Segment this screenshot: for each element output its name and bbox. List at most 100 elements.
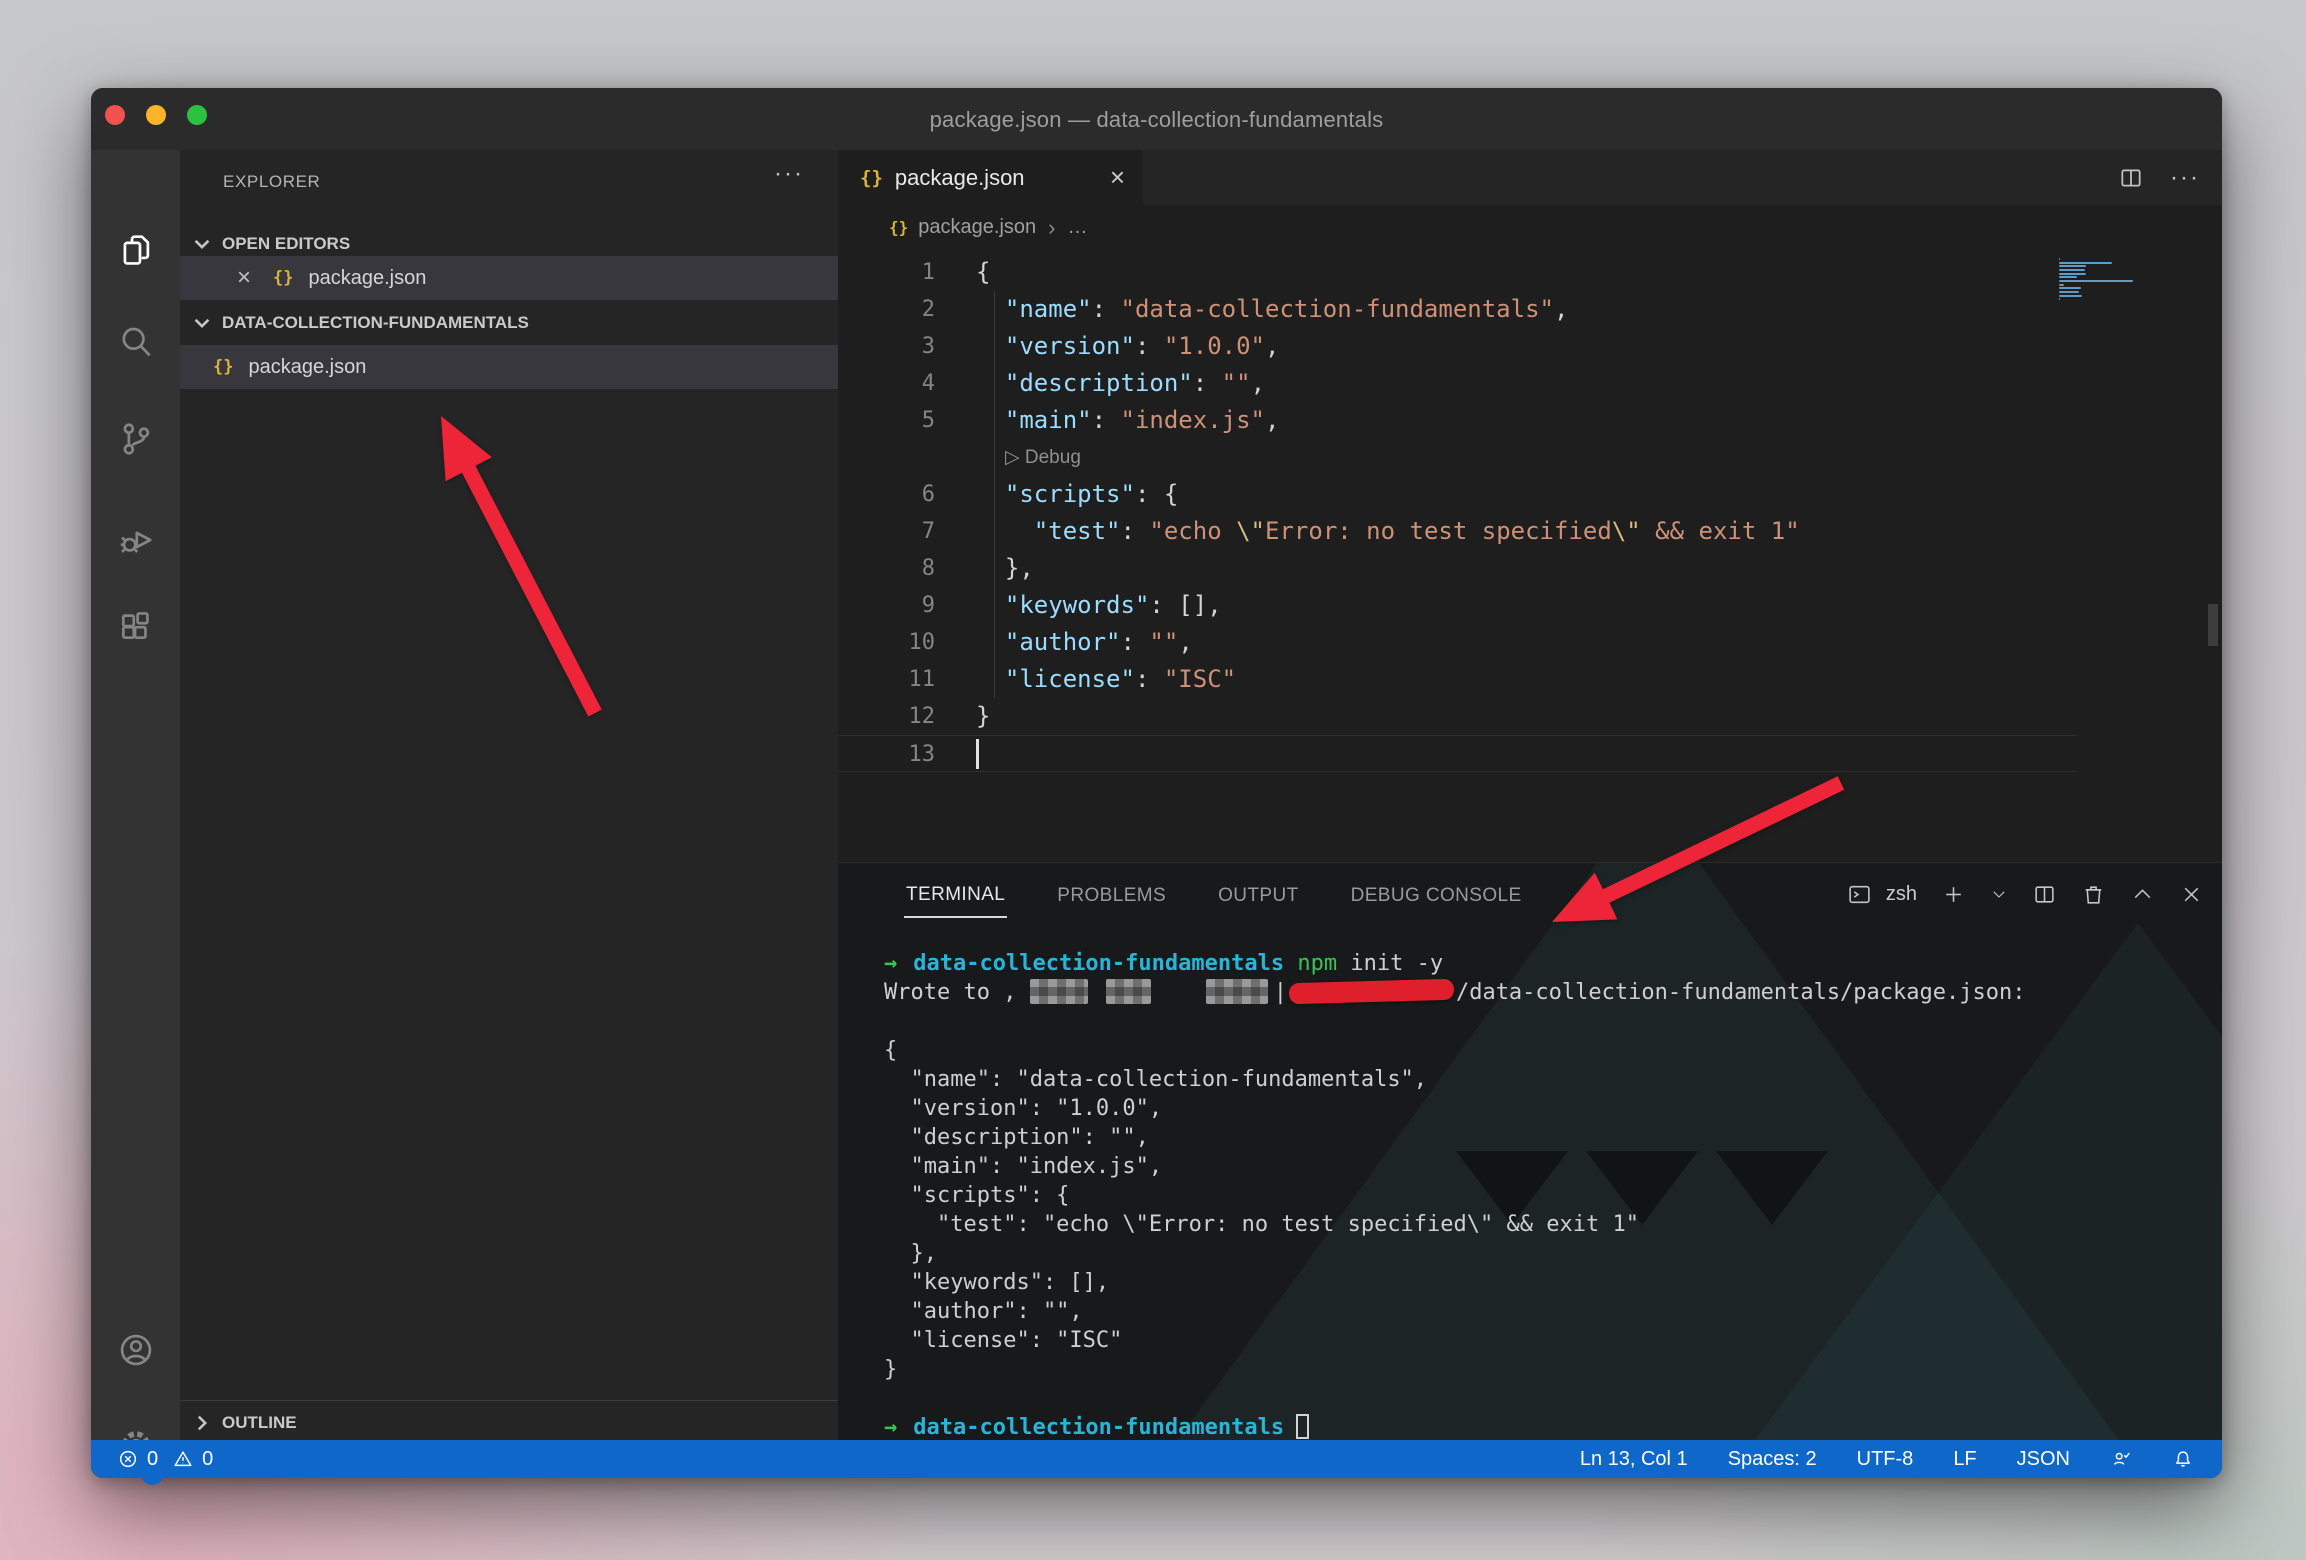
code-line-11[interactable]: 11 "license": "ISC": [838, 661, 2222, 698]
json-file-icon: {}: [273, 268, 293, 288]
chevron-down-icon: [194, 315, 210, 331]
cursor-position[interactable]: Ln 13, Col 1: [1580, 1448, 1688, 1471]
eol-sequence[interactable]: LF: [1953, 1448, 1976, 1471]
shell-name[interactable]: zsh: [1886, 883, 1917, 906]
terminal-output[interactable]: →data-collection-fundamentals npm init -…: [884, 949, 2212, 1440]
code-line-9[interactable]: 9 "keywords": [],: [838, 587, 2222, 624]
breadcrumb[interactable]: {} package.json › …: [838, 205, 2222, 250]
terminal-line: "scripts": {: [884, 1181, 2212, 1210]
line-number: 4: [838, 365, 935, 402]
close-editor-icon[interactable]: ×: [237, 268, 251, 288]
editor-cursor: [976, 739, 979, 769]
explorer-sidebar: EXPLORER ··· OPEN EDITORS × {} package.j…: [180, 150, 838, 1440]
red-marker-annotation: [1289, 979, 1455, 1005]
account-icon[interactable]: [117, 1331, 155, 1369]
terminal-line: {: [884, 1036, 2212, 1065]
tab-package-json[interactable]: {} package.json ×: [838, 150, 1143, 205]
line-number: 10: [838, 624, 935, 661]
code-editor[interactable]: 1{2 "name": "data-collection-fundamental…: [838, 254, 2222, 862]
error-icon: [117, 1448, 139, 1470]
new-terminal-icon[interactable]: [1941, 882, 1966, 907]
panel-tab-output[interactable]: OUTPUT: [1216, 871, 1301, 917]
encoding[interactable]: UTF-8: [1857, 1448, 1914, 1471]
editor-tab-bar: {} package.json × ···: [838, 150, 2222, 205]
split-editor-icon[interactable]: [2118, 165, 2144, 191]
run-debug-icon[interactable]: [117, 521, 155, 559]
terminal-line: "test": "echo \"Error: no test specified…: [884, 1210, 2212, 1239]
window-title: package.json — data-collection-fundament…: [91, 107, 2222, 133]
language-mode[interactable]: JSON: [2017, 1448, 2070, 1471]
panel-tab-problems[interactable]: PROBLEMS: [1055, 871, 1168, 917]
editor-more-actions-icon[interactable]: ···: [2170, 164, 2200, 192]
redacted-text: [1106, 979, 1151, 1004]
indentation[interactable]: Spaces: 2: [1728, 1448, 1817, 1471]
terminal-cursor: [1296, 1414, 1309, 1439]
code-line-2[interactable]: 2 "name": "data-collection-fundamentals"…: [838, 291, 2222, 328]
terminal-line: },: [884, 1239, 2212, 1268]
minimap[interactable]: [2055, 255, 2167, 307]
open-editor-package-json[interactable]: × {} package.json: [180, 256, 838, 300]
terminal-line: }: [884, 1355, 2212, 1384]
problems-status[interactable]: 0 0: [91, 1448, 213, 1471]
code-line-6[interactable]: 6 "scripts": {: [838, 476, 2222, 513]
terminal-line: →data-collection-fundamentals npm init -…: [884, 949, 2212, 978]
terminal-line: [884, 1384, 2212, 1413]
status-bar: 0 0 Ln 13, Col 1 Spaces: 2 UTF-8 LF JSON: [91, 1440, 2222, 1478]
explorer-more-actions-icon[interactable]: ···: [774, 160, 804, 188]
feedback-icon[interactable]: [2110, 1448, 2132, 1470]
panel-tab-terminal[interactable]: TERMINAL: [904, 870, 1007, 918]
file-package-json[interactable]: {} package.json: [180, 345, 838, 389]
line-number: 2: [838, 291, 935, 328]
terminal-line: "name": "data-collection-fundamentals",: [884, 1065, 2212, 1094]
terminal-line: "keywords": [],: [884, 1268, 2212, 1297]
editor-region: {} package.json × ··· {} package.json › …: [838, 150, 2222, 862]
terminal-line: "description": "",: [884, 1123, 2212, 1152]
terminal-line: "version": "1.0.0",: [884, 1094, 2212, 1123]
codelens-row[interactable]: ▷ Debug: [838, 439, 2222, 476]
search-icon[interactable]: [117, 323, 155, 361]
launch-profile-chevron-icon[interactable]: [1990, 885, 2008, 903]
terminal-line: "author": "",: [884, 1297, 2212, 1326]
redacted-text: [1030, 979, 1088, 1004]
source-control-icon[interactable]: [117, 420, 155, 458]
code-line-5[interactable]: 5 "main": "index.js",: [838, 402, 2222, 439]
terminal-line: [884, 1007, 2212, 1036]
line-number: 8: [838, 550, 935, 587]
line-number: 7: [838, 513, 935, 550]
json-file-icon: {}: [889, 218, 908, 237]
terminal-line: →data-collection-fundamentals: [884, 1413, 2212, 1440]
close-tab-icon[interactable]: ×: [1110, 162, 1125, 193]
kill-terminal-trash-icon[interactable]: [2081, 882, 2106, 907]
close-panel-icon[interactable]: [2179, 882, 2204, 907]
code-line-13[interactable]: 13: [838, 735, 2078, 772]
code-line-3[interactable]: 3 "version": "1.0.0",: [838, 328, 2222, 365]
line-number: 13: [838, 736, 935, 773]
breadcrumb-more[interactable]: …: [1067, 216, 1087, 239]
line-number: 3: [838, 328, 935, 365]
panel-tab-debug-console[interactable]: DEBUG CONSOLE: [1349, 871, 1524, 917]
code-line-1[interactable]: 1{: [838, 254, 2222, 291]
code-line-10[interactable]: 10 "author": "",: [838, 624, 2222, 661]
section-folder[interactable]: DATA-COLLECTION-FUNDAMENTALS: [180, 301, 838, 345]
line-number: 6: [838, 476, 935, 513]
redacted-text: [1206, 979, 1268, 1004]
breadcrumb-separator-icon: ›: [1048, 215, 1055, 241]
maximize-panel-chevron-icon[interactable]: [2130, 882, 2155, 907]
line-number: 5: [838, 402, 935, 439]
line-number: 12: [838, 698, 935, 735]
explorer-icon[interactable]: [117, 231, 155, 269]
terminal-line: "license": "ISC": [884, 1326, 2212, 1355]
chevron-down-icon: [194, 236, 210, 252]
terminal-panel: TERMINALPROBLEMSOUTPUTDEBUG CONSOLE zsh …: [838, 862, 2222, 1440]
split-terminal-icon[interactable]: [2032, 882, 2057, 907]
terminal-line: Wrote to , |/data-collection-fundamental…: [884, 978, 2212, 1007]
code-line-8[interactable]: 8 },: [838, 550, 2222, 587]
section-outline[interactable]: OUTLINE: [180, 1400, 838, 1444]
code-line-12[interactable]: 12}: [838, 698, 2222, 735]
code-line-7[interactable]: 7 "test": "echo \"Error: no test specifi…: [838, 513, 2222, 550]
extensions-icon[interactable]: [117, 609, 155, 647]
notifications-bell-icon[interactable]: [2172, 1448, 2194, 1470]
code-line-4[interactable]: 4 "description": "",: [838, 365, 2222, 402]
editor-scrollbar[interactable]: [2208, 604, 2218, 646]
json-file-icon: {}: [860, 167, 883, 189]
